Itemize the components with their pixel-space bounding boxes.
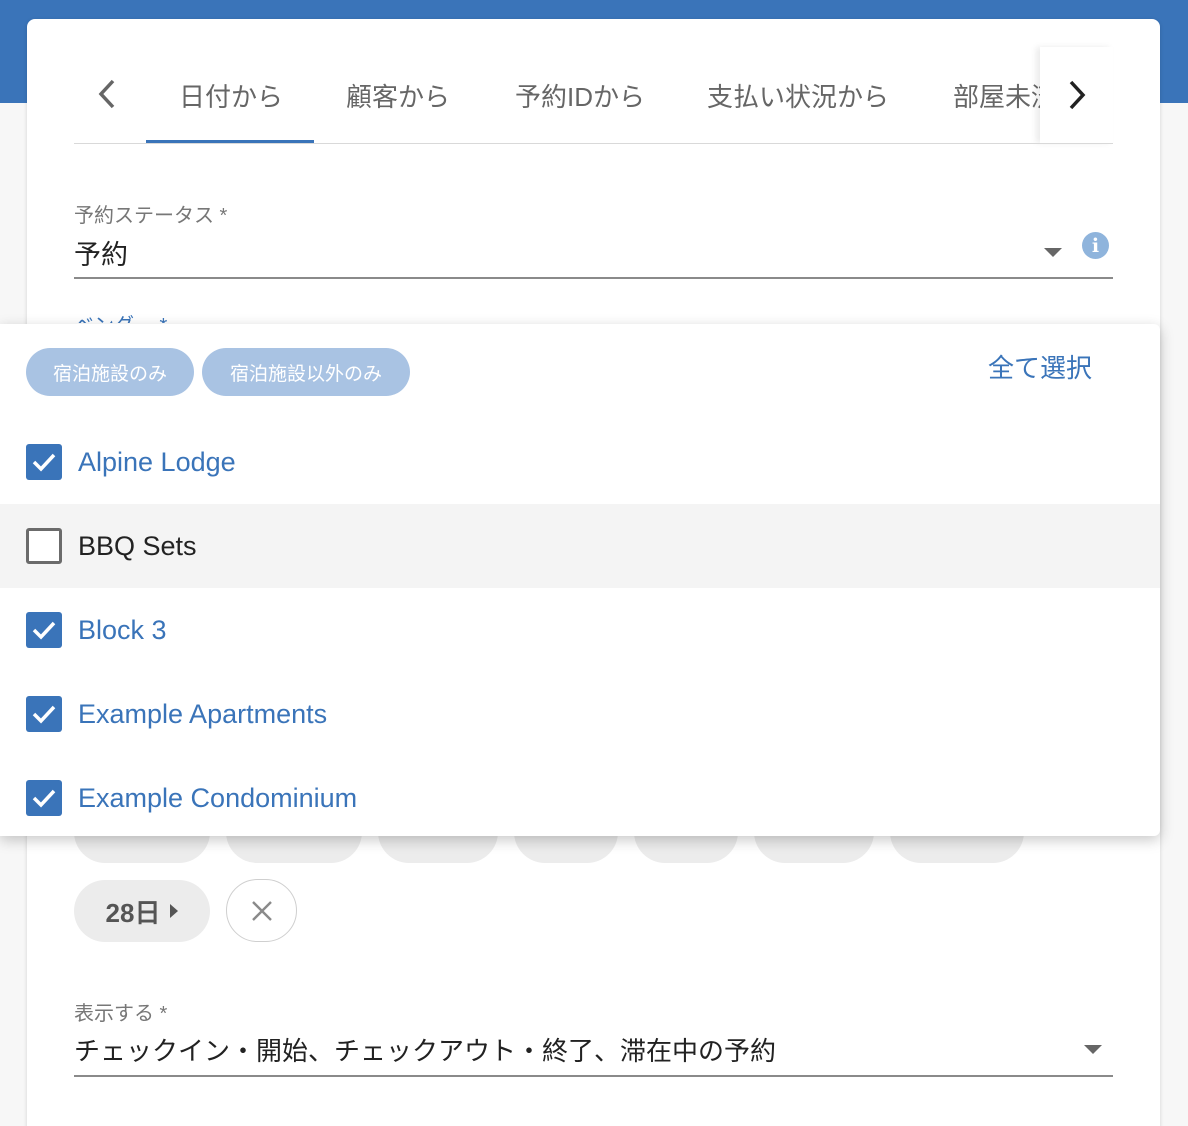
check-icon	[32, 789, 56, 808]
filter-accommodation-only-chip[interactable]: 宿泊施設のみ	[26, 348, 194, 396]
vendor-option-bbq-sets[interactable]: BBQ Sets	[0, 504, 1160, 588]
tabs-prev-button[interactable]	[87, 74, 127, 114]
display-field-underline	[74, 1075, 1113, 1077]
checkbox-checked[interactable]	[26, 696, 62, 732]
vendor-field-label: ベンダー *	[74, 309, 167, 323]
chevron-right-icon	[1069, 80, 1085, 110]
chevron-left-icon	[98, 79, 115, 109]
display-field-label: 表示する *	[74, 1003, 168, 1025]
vendor-option-example-condominium[interactable]: Example Condominium	[0, 756, 1160, 840]
vendor-dropdown-menu: 宿泊施設のみ 宿泊施設以外のみ 全て選択 Alpine Lodge BBQ Se…	[0, 324, 1160, 836]
check-icon	[32, 453, 56, 472]
tab-label: 部屋未済	[953, 82, 1042, 112]
display-dropdown-caret-icon[interactable]	[1084, 1045, 1102, 1054]
checkbox-checked[interactable]	[26, 612, 62, 648]
tabs-divider	[74, 143, 1113, 144]
checkbox-unchecked[interactable]	[26, 528, 62, 564]
tab-by-room-unassigned[interactable]: 部屋未済	[947, 77, 1042, 117]
status-field-label: 予約ステータス *	[74, 205, 228, 227]
checkbox-checked[interactable]	[26, 444, 62, 480]
clear-dates-button[interactable]	[226, 879, 297, 942]
check-icon	[32, 621, 56, 640]
checkbox-checked[interactable]	[26, 780, 62, 816]
tab-by-customer[interactable]: 顧客から	[346, 77, 450, 114]
close-icon	[251, 900, 272, 921]
option-label: BBQ Sets	[78, 530, 197, 561]
vendor-option-block-3[interactable]: Block 3	[0, 588, 1160, 672]
tabs-next-button[interactable]	[1040, 47, 1113, 143]
date-chip-28[interactable]: 28日	[74, 880, 210, 942]
option-label: Alpine Lodge	[78, 446, 236, 477]
option-label: Example Condominium	[78, 782, 358, 813]
select-all-button[interactable]: 全て選択	[988, 348, 1092, 385]
option-label: Block 3	[78, 614, 167, 645]
option-label: Example Apartments	[78, 698, 328, 729]
filter-non-accommodation-only-chip[interactable]: 宿泊施設以外のみ	[202, 348, 410, 396]
check-icon	[32, 705, 56, 724]
tab-by-reservation-id[interactable]: 予約IDから	[515, 77, 645, 114]
tab-by-date[interactable]: 日付から	[179, 77, 283, 114]
info-icon[interactable]: i	[1082, 232, 1109, 259]
tab-by-payment-status[interactable]: 支払い状況から	[707, 77, 889, 114]
date-chip-label: 28日	[105, 897, 161, 928]
status-field-underline	[74, 277, 1113, 279]
play-right-icon	[170, 904, 179, 918]
vendor-option-example-apartments[interactable]: Example Apartments	[0, 672, 1160, 756]
status-dropdown-caret-icon[interactable]	[1044, 248, 1062, 257]
status-field-value[interactable]: 予約	[74, 233, 128, 272]
vendor-option-alpine-lodge[interactable]: Alpine Lodge	[0, 420, 1160, 504]
display-field-value[interactable]: チェックイン・開始、チェックアウト・終了、滞在中の予約	[74, 1031, 776, 1068]
